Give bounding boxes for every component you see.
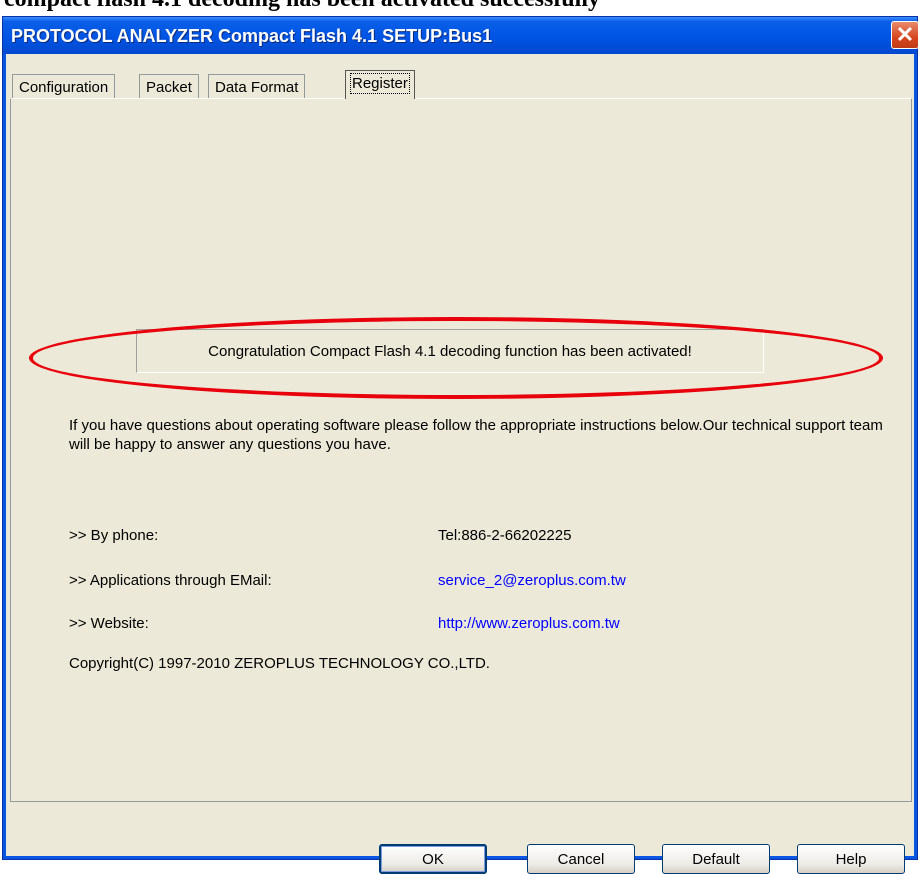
copyright-text: Copyright(C) 1997-2010 ZEROPLUS TECHNOLO… [69,655,490,672]
help-button[interactable]: Help [797,844,905,874]
phone-value: Tel:886-2-66202225 [438,527,572,544]
title-bar[interactable]: PROTOCOL ANALYZER Compact Flash 4.1 SETU… [3,17,919,54]
tab-configuration[interactable]: Configuration [12,74,116,98]
highlight-ellipse [29,317,883,399]
document-top-text: compact flash 4.1 decoding has been acti… [4,0,600,13]
ok-button[interactable]: OK [379,844,487,874]
tab-data-format[interactable]: Data Format [208,74,306,98]
website-link[interactable]: http://www.zeroplus.com.tw [438,615,620,632]
email-label: >> Applications through EMail: [69,572,272,589]
setup-dialog: PROTOCOL ANALYZER Compact Flash 4.1 SETU… [2,16,919,874]
phone-label: >> By phone: [69,527,159,544]
tab-packet[interactable]: Packet [139,74,199,98]
window-title: PROTOCOL ANALYZER Compact Flash 4.1 SETU… [11,26,493,46]
website-label: >> Website: [69,615,149,632]
cancel-button[interactable]: Cancel [527,844,635,874]
register-panel: Congratulation Compact Flash 4.1 decodin… [10,98,912,802]
default-button[interactable]: Default [662,844,770,874]
tab-register[interactable]: Register [345,70,415,99]
support-info-text: If you have questions about operating so… [69,417,883,453]
dialog-client-area: Configuration Packet Data Format Registe… [6,54,914,874]
close-icon[interactable]: ✕ [891,21,919,49]
email-link[interactable]: service_2@zeroplus.com.tw [438,572,626,589]
